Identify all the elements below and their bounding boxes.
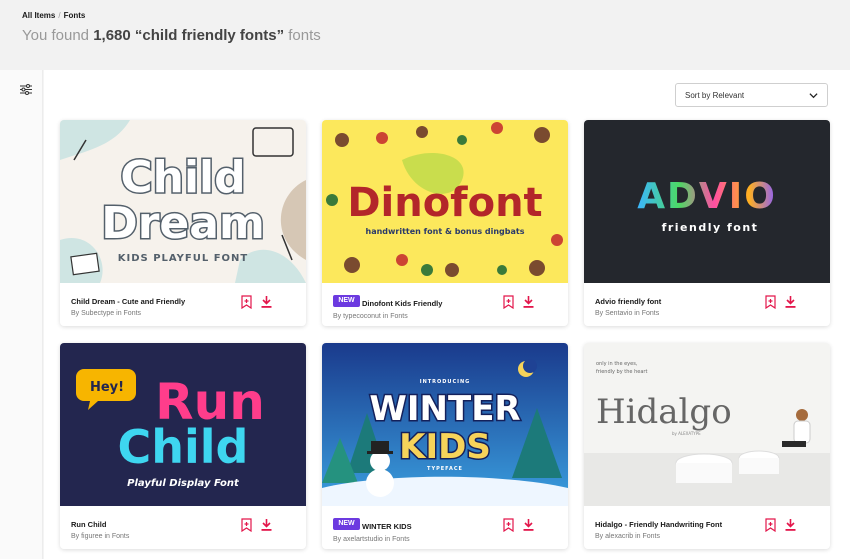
item-author[interactable]: By alexacrib in Fonts bbox=[595, 533, 660, 540]
item-preview[interactable]: INTRODUCING WINTER KIDS TYPEFACE bbox=[322, 343, 568, 506]
results-heading: You found 1,680 “child friendly fonts” f… bbox=[22, 27, 321, 44]
item-meta: Child Dream - Cute and Friendly By Subec… bbox=[60, 283, 306, 326]
item-card[interactable]: Child Dream KIDS PLAYFUL FONT Child Drea… bbox=[60, 120, 306, 326]
preview-line1: Dinofont bbox=[347, 180, 542, 226]
item-card[interactable]: ADVIO friendly font Advio friendly font … bbox=[584, 120, 830, 326]
item-preview[interactable]: ADVIO friendly font bbox=[584, 120, 830, 283]
preview-line1: ADVIO bbox=[637, 176, 777, 217]
bookmark-icon[interactable] bbox=[241, 295, 252, 309]
bookmark-icon[interactable] bbox=[241, 518, 252, 532]
item-author[interactable]: By typecoconut in Fonts bbox=[333, 313, 408, 320]
results-suffix: fonts bbox=[288, 27, 321, 44]
item-preview[interactable]: Dinofont handwritten font & bonus dingba… bbox=[322, 120, 568, 283]
preview-line1: Hidalgo bbox=[596, 392, 732, 432]
results-prefix: You found bbox=[22, 27, 90, 44]
preview-tagline: TYPEFACE bbox=[427, 466, 463, 472]
download-icon[interactable] bbox=[523, 296, 534, 308]
page-header: All Items / Fonts You found 1,680 “child f… bbox=[0, 0, 850, 70]
item-card[interactable]: only in the eyes, friendly by the heart … bbox=[584, 343, 830, 549]
filter-sidebar bbox=[0, 70, 43, 559]
preview-tagline: friendly font bbox=[662, 221, 759, 234]
results-count-query: 1,680 “child friendly fonts” bbox=[93, 27, 285, 44]
new-badge: NEW bbox=[333, 518, 360, 530]
bookmark-icon[interactable] bbox=[765, 518, 776, 532]
preview-tagline: KIDS PLAYFUL FONT bbox=[118, 253, 249, 264]
sort-dropdown[interactable]: Sort by Relevant bbox=[675, 83, 828, 107]
item-meta: Advio friendly font By Sentavio in Fonts bbox=[584, 283, 830, 326]
chevron-down-icon bbox=[809, 93, 818, 99]
preview-line1: WINTER bbox=[369, 389, 520, 429]
download-icon[interactable] bbox=[785, 296, 796, 308]
preview-byline: by ALEXATYPE bbox=[672, 431, 701, 436]
item-preview[interactable]: Hey! Run Child Playful Display Font bbox=[60, 343, 306, 506]
item-card[interactable]: INTRODUCING WINTER KIDS TYPEFACE NEW WIN… bbox=[322, 343, 568, 549]
sliders-icon[interactable] bbox=[20, 84, 32, 95]
item-title[interactable]: Child Dream - Cute and Friendly bbox=[71, 297, 185, 306]
preview-line2: Child bbox=[118, 420, 249, 474]
sort-label: Sort by Relevant bbox=[685, 91, 745, 100]
preview-tagline: handwritten font & bonus dingbats bbox=[366, 227, 525, 236]
item-card[interactable]: Hey! Run Child Playful Display Font Run … bbox=[60, 343, 306, 549]
item-preview[interactable]: Child Dream KIDS PLAYFUL FONT bbox=[60, 120, 306, 283]
bookmark-icon[interactable] bbox=[765, 295, 776, 309]
preview-small1: only in the eyes, bbox=[596, 361, 638, 367]
preview-line2: Dream bbox=[101, 198, 265, 249]
preview-small2: friendly by the heart bbox=[596, 369, 647, 375]
item-author[interactable]: By Subectype in Fonts bbox=[71, 310, 141, 317]
download-icon[interactable] bbox=[785, 519, 796, 531]
preview-tagline: Playful Display Font bbox=[127, 478, 240, 489]
preview-bubble: Hey! bbox=[90, 380, 124, 395]
item-title[interactable]: WINTER KIDS bbox=[362, 522, 412, 531]
item-meta: Hidalgo - Friendly Handwriting Font By a… bbox=[584, 506, 830, 549]
item-meta: Run Child By figuree in Fonts bbox=[60, 506, 306, 549]
download-icon[interactable] bbox=[523, 519, 534, 531]
breadcrumb-all-items[interactable]: All Items bbox=[22, 11, 55, 20]
download-icon[interactable] bbox=[261, 296, 272, 308]
preview-intro: INTRODUCING bbox=[420, 379, 471, 385]
preview-line1: Child bbox=[120, 152, 245, 203]
item-card[interactable]: Dinofont handwritten font & bonus dingba… bbox=[322, 120, 568, 326]
item-title[interactable]: Hidalgo - Friendly Handwriting Font bbox=[595, 520, 722, 529]
breadcrumb-fonts[interactable]: Fonts bbox=[64, 11, 86, 20]
item-author[interactable]: By figuree in Fonts bbox=[71, 533, 129, 540]
item-meta: NEW WINTER KIDS By axelartstudio in Font… bbox=[322, 506, 568, 549]
breadcrumb-separator: / bbox=[58, 11, 61, 20]
item-title[interactable]: Run Child bbox=[71, 520, 106, 529]
new-badge: NEW bbox=[333, 295, 360, 307]
bookmark-icon[interactable] bbox=[503, 518, 514, 532]
preview-line2: KIDS bbox=[399, 427, 491, 467]
item-meta: NEW Dinofont Kids Friendly By typecoconu… bbox=[322, 283, 568, 326]
download-icon[interactable] bbox=[261, 519, 272, 531]
item-title[interactable]: Dinofont Kids Friendly bbox=[362, 299, 442, 308]
item-author[interactable]: By axelartstudio in Fonts bbox=[333, 536, 410, 543]
item-title[interactable]: Advio friendly font bbox=[595, 297, 661, 306]
item-author[interactable]: By Sentavio in Fonts bbox=[595, 310, 659, 317]
breadcrumb: All Items / Fonts bbox=[22, 11, 85, 20]
item-preview[interactable]: only in the eyes, friendly by the heart … bbox=[584, 343, 830, 506]
bookmark-icon[interactable] bbox=[503, 295, 514, 309]
